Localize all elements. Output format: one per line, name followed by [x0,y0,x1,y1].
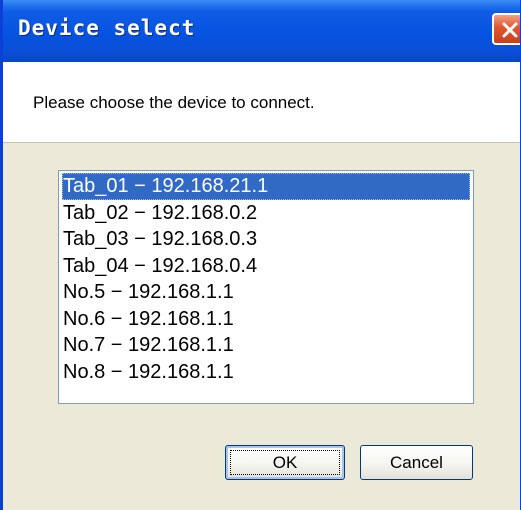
device-list-item[interactable]: No.6 − 192.168.1.1 [62,306,470,333]
ok-button-label: OK [272,453,298,472]
prompt-band: Please choose the device to connect. [3,62,520,143]
title-bar[interactable]: Device select [3,0,520,62]
cancel-button[interactable]: Cancel [360,445,473,480]
device-list-item[interactable]: Tab_01 − 192.168.21.1 [62,173,470,200]
prompt-text: Please choose the device to connect. [33,93,315,112]
device-list-item[interactable]: No.7 − 192.168.1.1 [62,332,470,359]
cancel-button-label: Cancel [390,453,443,472]
device-list-item[interactable]: Tab_02 − 192.168.0.2 [62,200,470,227]
close-button[interactable] [492,13,520,45]
device-listbox[interactable]: Tab_01 − 192.168.21.1 Tab_02 − 192.168.0… [58,170,474,404]
device-select-dialog: Device select Please choose the device t… [0,0,521,510]
device-list-item[interactable]: No.5 − 192.168.1.1 [62,279,470,306]
close-icon [502,22,518,38]
device-list-item[interactable]: Tab_04 − 192.168.0.4 [62,253,470,280]
device-list-item[interactable]: No.8 − 192.168.1.1 [62,359,470,386]
dialog-title: Device select [18,16,196,40]
device-list-item[interactable]: Tab_03 − 192.168.0.3 [62,226,470,253]
ok-button[interactable]: OK [225,445,345,480]
